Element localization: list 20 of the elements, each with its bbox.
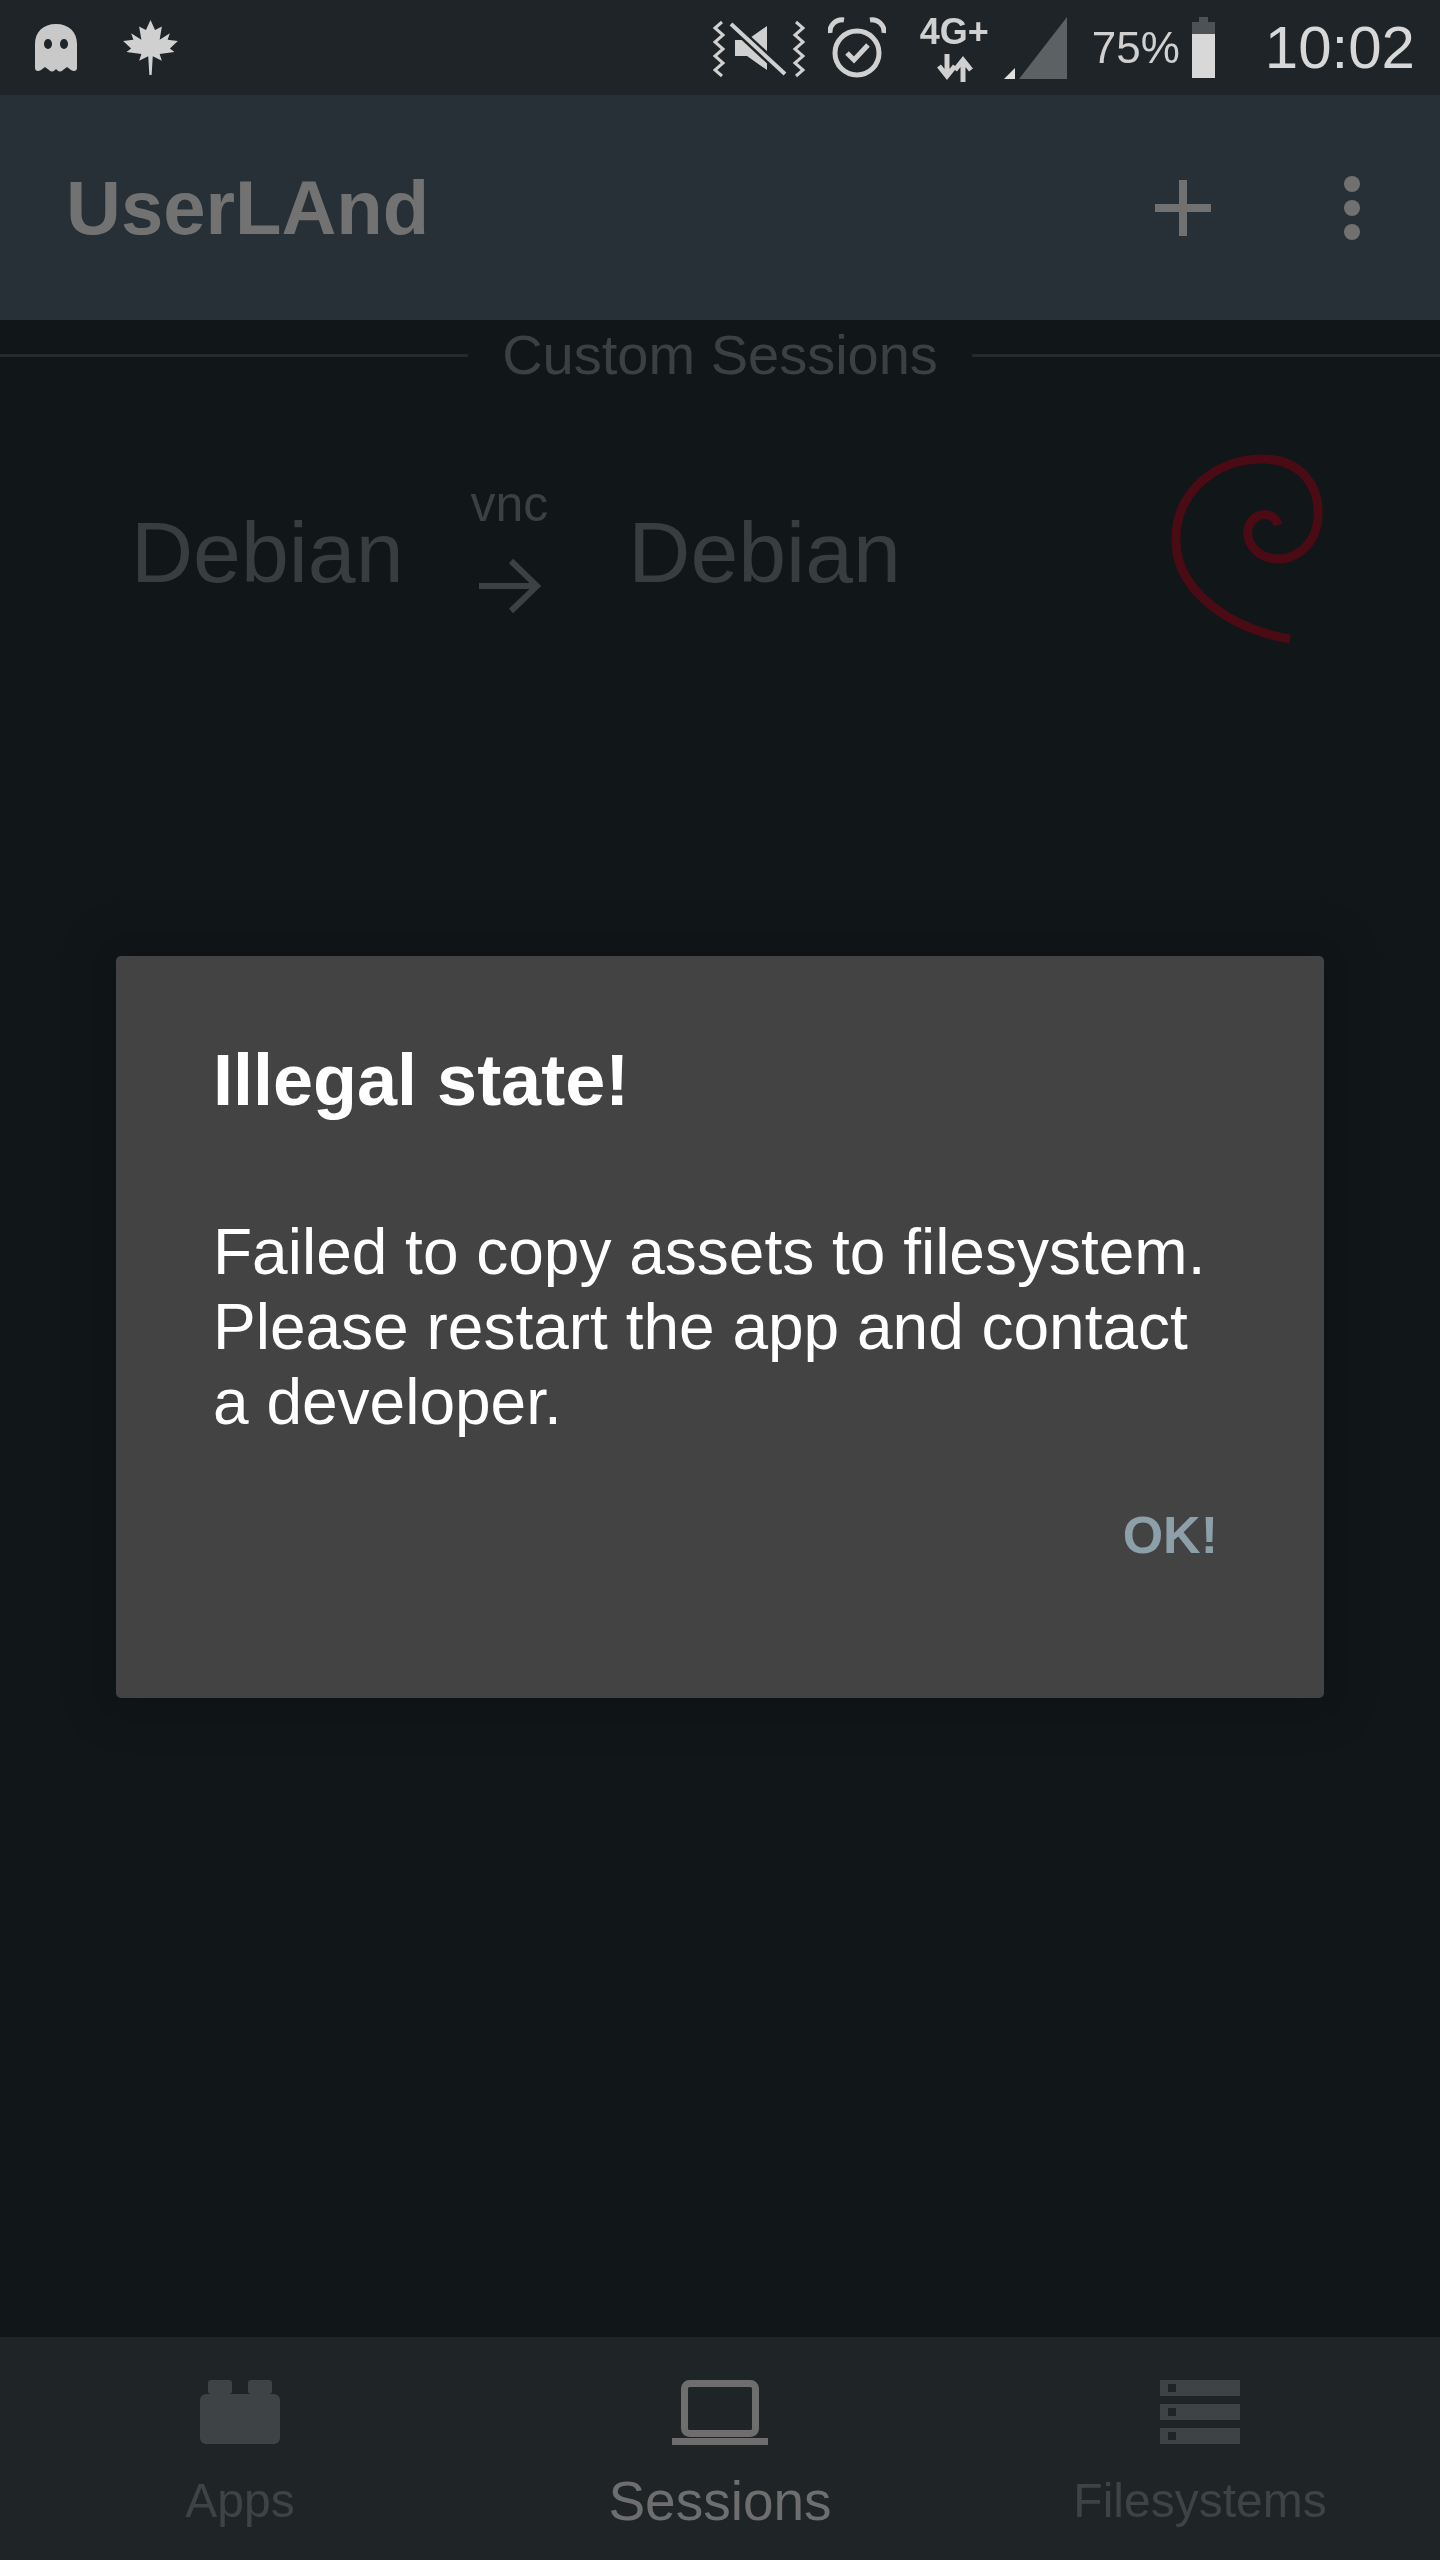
brick-icon: [200, 2380, 280, 2444]
battery-icon: [1191, 17, 1215, 78]
storage-stack-icon: [1160, 2380, 1240, 2444]
add-icon[interactable]: [1155, 179, 1211, 236]
dialog-message: Failed to copy assets to filesystem. Please restart the app and contact a developer.: [213, 1215, 1207, 1440]
ok-button[interactable]: OK!: [1102, 1490, 1238, 1581]
clock-time: 10:02: [1264, 17, 1415, 78]
data-arrows-icon: [935, 53, 973, 82]
more-options-icon[interactable]: [1344, 175, 1360, 240]
laptop-icon: [672, 2379, 768, 2445]
nav-tab[interactable]: Sessions: [480, 2337, 960, 2560]
alarm-clock-icon: [827, 16, 886, 79]
dialog-title: Illegal state!: [213, 1039, 630, 1122]
network-type-label: 4G+: [919, 13, 989, 50]
battery-percent: 75%: [1091, 25, 1180, 70]
maple-leaf-icon: [122, 20, 179, 75]
signal-strength-icon: [1003, 16, 1067, 79]
ghost-icon: [33, 23, 79, 72]
app-title: UserLAnd: [66, 165, 430, 250]
swirl-logo-icon: [1170, 453, 1323, 644]
